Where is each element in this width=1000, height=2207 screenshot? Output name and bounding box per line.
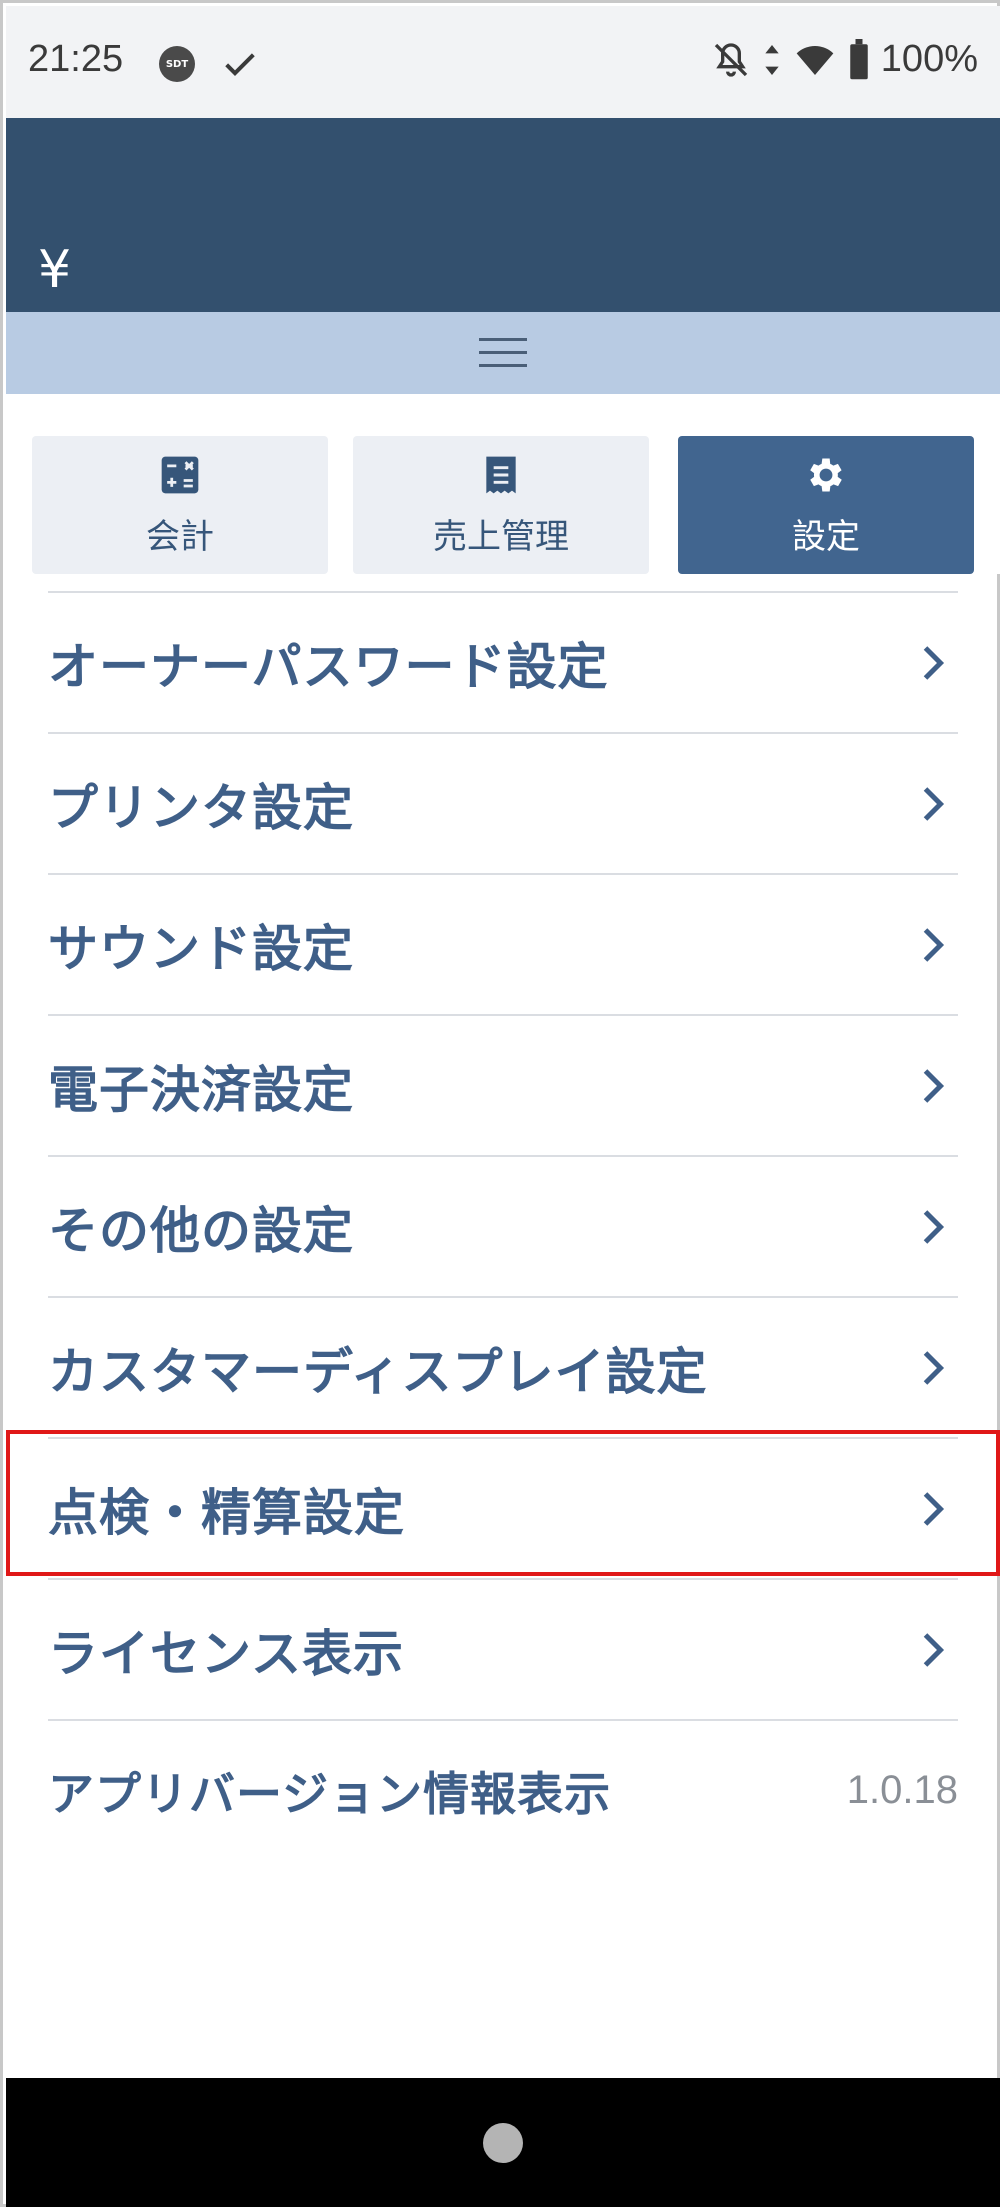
- settings-item-electronic-payment[interactable]: 電子決済設定: [48, 1014, 958, 1155]
- tab-label: 会計: [146, 516, 214, 557]
- screen-frame: 21:25 SDT 100% ¥ 会計 売上管理 設定 オーナーパスワード設定 …: [0, 0, 1000, 2207]
- tab-checkout[interactable]: 会計: [32, 436, 328, 574]
- tab-settings[interactable]: 設定: [678, 436, 974, 574]
- settings-item-label: オーナーパスワード設定: [48, 637, 609, 696]
- chevron-right-icon: [923, 1632, 945, 1667]
- settings-item-label: アプリバージョン情報表示: [48, 1766, 612, 1821]
- calculator-icon: [161, 456, 199, 493]
- menu-bar[interactable]: [6, 312, 1000, 394]
- chevron-right-icon: [923, 1209, 945, 1244]
- settings-item-license[interactable]: ライセンス表示: [48, 1578, 958, 1719]
- chevron-right-icon: [923, 1491, 945, 1526]
- gear-icon: [810, 458, 842, 491]
- currency-display: ¥: [38, 240, 72, 300]
- wifi-icon: [796, 45, 834, 75]
- settings-item-owner-password[interactable]: オーナーパスワード設定: [48, 591, 958, 732]
- system-nav-bar: [6, 2078, 1000, 2207]
- main-tabs: 会計 売上管理 設定: [6, 394, 1000, 574]
- settings-item-inspection-settlement[interactable]: 点検・精算設定: [48, 1437, 958, 1578]
- tab-label: 設定: [792, 516, 860, 557]
- app-header: ¥: [6, 118, 1000, 312]
- chevron-right-icon: [923, 927, 945, 962]
- status-icons: 100%: [711, 38, 978, 81]
- sdt-badge-icon: SDT: [159, 46, 195, 82]
- settings-item-label: サウンド設定: [48, 919, 354, 978]
- tab-label: 売上管理: [433, 516, 569, 557]
- settings-item-label: 電子決済設定: [48, 1060, 354, 1119]
- settings-item-app-version: アプリバージョン情報表示 1.0.18: [48, 1719, 958, 1860]
- settings-item-other[interactable]: その他の設定: [48, 1155, 958, 1296]
- chevron-right-icon: [923, 1068, 945, 1103]
- battery-icon: [850, 38, 868, 79]
- settings-item-label: カスタマーディスプレイ設定: [48, 1342, 708, 1401]
- status-bar: 21:25 SDT 100%: [6, 6, 1000, 118]
- settings-item-printer[interactable]: プリンタ設定: [48, 732, 958, 873]
- settings-item-label: ライセンス表示: [48, 1624, 404, 1683]
- settings-item-sound[interactable]: サウンド設定: [48, 873, 958, 1014]
- bell-off-icon: [714, 42, 747, 77]
- settings-item-label: プリンタ設定: [48, 778, 354, 837]
- status-time: 21:25: [28, 38, 124, 80]
- chevron-right-icon: [923, 786, 945, 821]
- chevron-right-icon: [923, 645, 945, 680]
- check-icon: [225, 53, 255, 76]
- chevron-right-icon: [923, 1350, 945, 1385]
- data-arrows-icon: [765, 44, 779, 75]
- settings-item-customer-display[interactable]: カスタマーディスプレイ設定: [48, 1296, 958, 1437]
- app-version-value: 1.0.18: [846, 1768, 958, 1812]
- home-button[interactable]: [483, 2122, 523, 2163]
- settings-item-label: 点検・精算設定: [48, 1483, 405, 1542]
- hamburger-menu-icon[interactable]: [477, 335, 529, 371]
- settings-list: オーナーパスワード設定 プリンタ設定 サウンド設定 電子決済設定 その他の設定 …: [48, 591, 958, 1860]
- receipt-icon: [486, 456, 516, 493]
- tab-sales-management[interactable]: 売上管理: [353, 436, 649, 574]
- settings-item-label: その他の設定: [48, 1201, 354, 1260]
- battery-percent: 100%: [880, 38, 978, 80]
